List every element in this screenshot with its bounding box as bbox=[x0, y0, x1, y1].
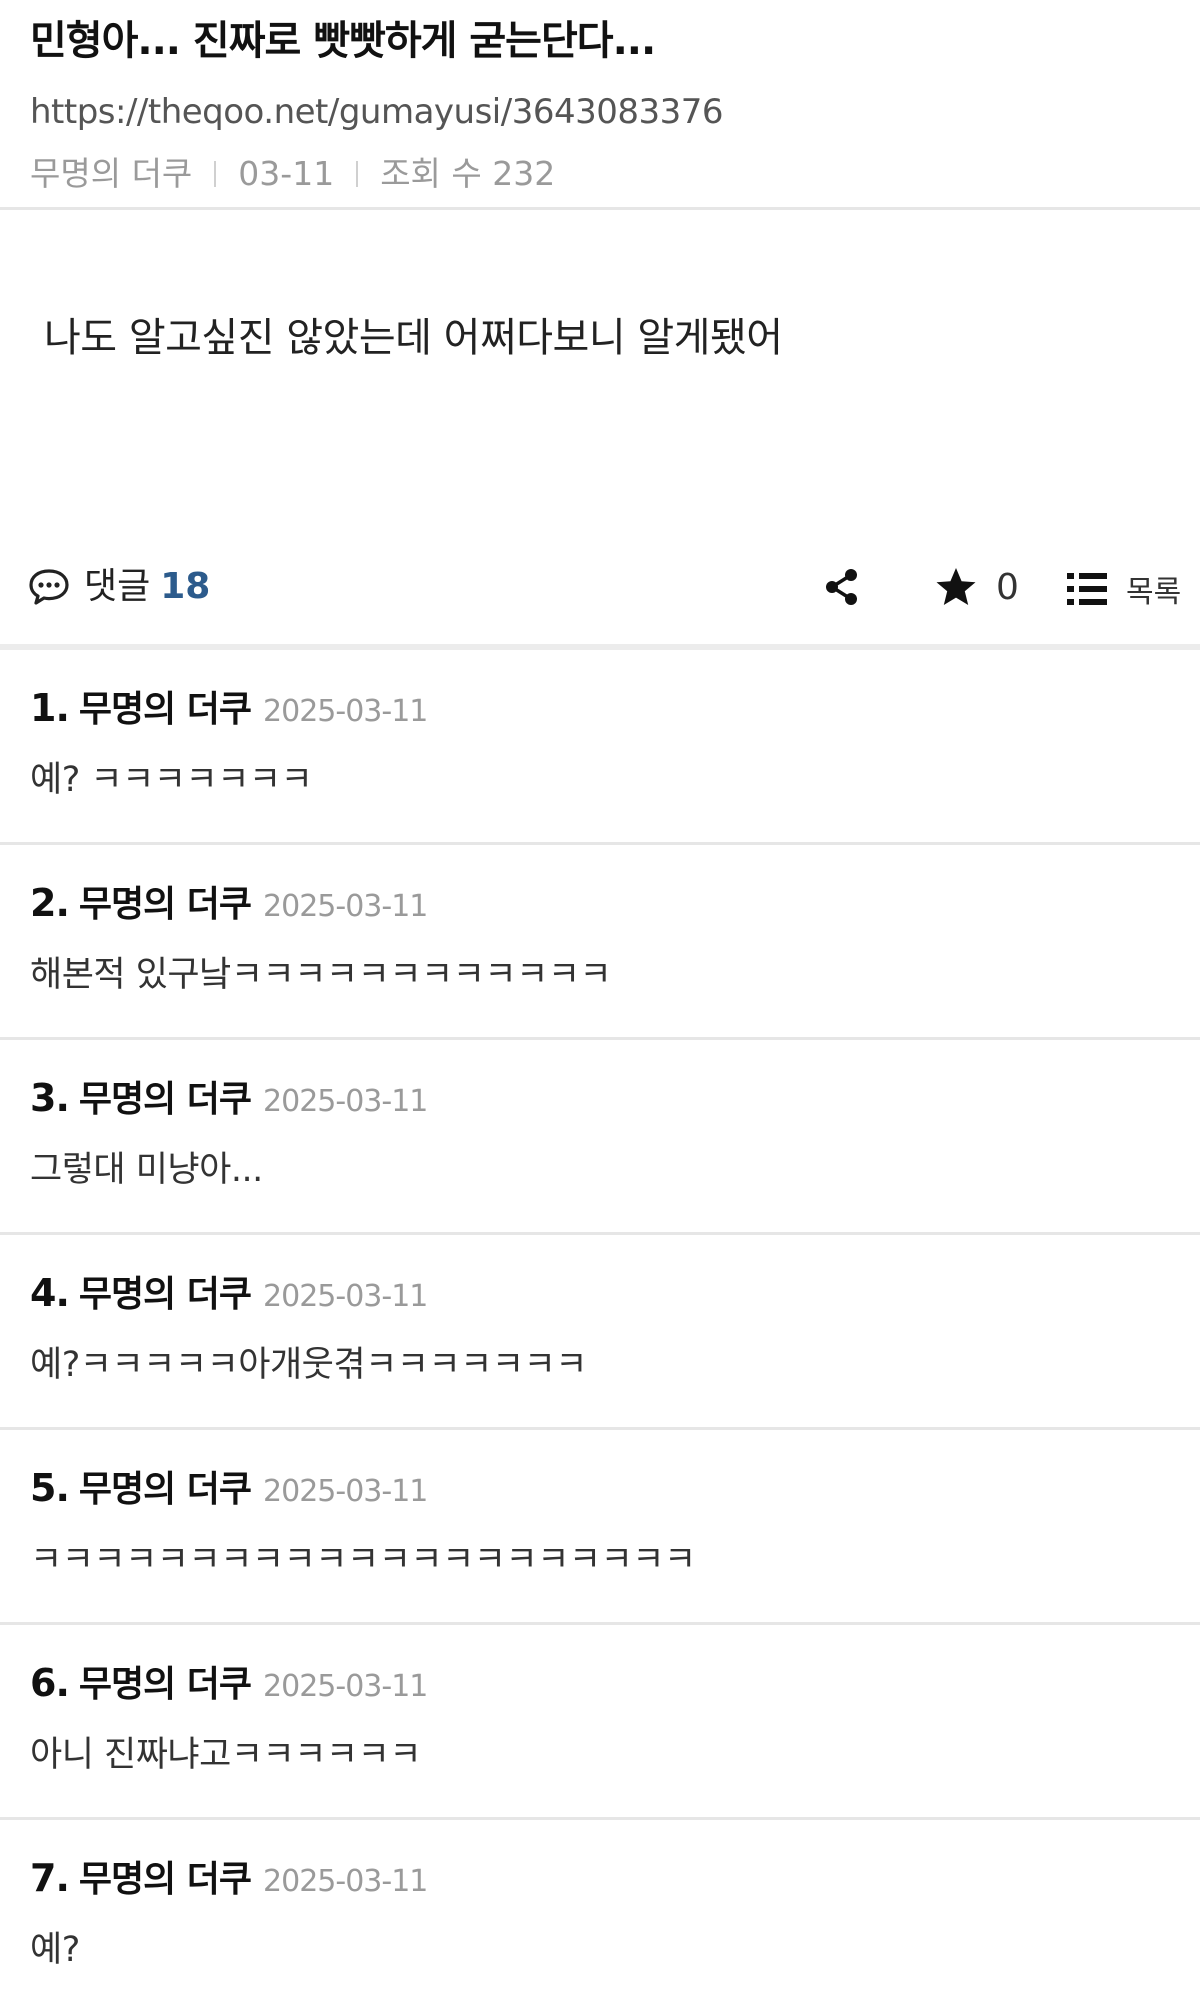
comment-date: 2025-03-11 bbox=[263, 1279, 428, 1314]
comment-item: 5. 무명의 더쿠 2025-03-11 ㅋㅋㅋㅋㅋㅋㅋㅋㅋㅋㅋㅋㅋㅋㅋㅋㅋㅋㅋ… bbox=[0, 1430, 1200, 1625]
speech-bubble-icon bbox=[29, 569, 69, 605]
post-date: 03-11 bbox=[238, 154, 335, 193]
comment-number: 7. bbox=[30, 1856, 70, 1900]
comment-text: 예?ㅋㅋㅋㅋㅋ아개웃겪ㅋㅋㅋㅋㅋㅋㅋ bbox=[30, 1345, 587, 1385]
comment-text: 예? bbox=[30, 1930, 80, 1970]
comment-label: 댓글 bbox=[84, 566, 151, 607]
meta-divider bbox=[214, 161, 217, 187]
comment-author[interactable]: 무명의 더쿠 bbox=[79, 1072, 252, 1128]
comment-header: 6. 무명의 더쿠 2025-03-11 bbox=[30, 1655, 1170, 1715]
comment-header: 1. 무명의 더쿠 2025-03-11 bbox=[30, 680, 1170, 740]
post-views: 조회 수 232 bbox=[380, 154, 556, 193]
comment-date: 2025-03-11 bbox=[263, 694, 428, 729]
comment-number: 3. bbox=[30, 1076, 70, 1120]
comment-text: 해본적 있구낰ㅋㅋㅋㅋㅋㅋㅋㅋㅋㅋㅋㅋ bbox=[30, 955, 612, 995]
comment-date: 2025-03-11 bbox=[263, 889, 428, 924]
list-button[interactable]: 목록 bbox=[1066, 567, 1181, 611]
comment-text: 예? ㅋㅋㅋㅋㅋㅋㅋ bbox=[30, 760, 313, 800]
comment-count: 18 bbox=[160, 566, 211, 607]
comment-author[interactable]: 무명의 더쿠 bbox=[79, 877, 252, 933]
comment-date: 2025-03-11 bbox=[263, 1474, 428, 1509]
star-icon bbox=[936, 568, 976, 605]
comment-number: 4. bbox=[30, 1271, 70, 1315]
post-author: 무명의 더쿠 bbox=[30, 154, 193, 193]
star-count: 0 bbox=[996, 566, 1019, 608]
comment-header: 2. 무명의 더쿠 2025-03-11 bbox=[30, 875, 1170, 935]
comment-author[interactable]: 무명의 더쿠 bbox=[79, 1462, 252, 1518]
comment-list: 1. 무명의 더쿠 2025-03-11 예? ㅋㅋㅋㅋㅋㅋㅋ 2. 무명의 더… bbox=[0, 650, 1200, 1998]
action-bar: 댓글 18 0 목록 bbox=[0, 527, 1200, 650]
star-button[interactable]: 0 bbox=[934, 565, 1019, 609]
post-text: 나도 알고싶진 않았는데 어쩌다보니 알게됐어 bbox=[44, 315, 783, 361]
comment-author[interactable]: 무명의 더쿠 bbox=[79, 682, 252, 738]
comment-text: ㅋㅋㅋㅋㅋㅋㅋㅋㅋㅋㅋㅋㅋㅋㅋㅋㅋㅋㅋㅋㅋ bbox=[30, 1540, 696, 1580]
list-label: 목록 bbox=[1126, 575, 1182, 610]
post-meta: 무명의 더쿠 03-11 조회 수 232 bbox=[30, 152, 1170, 196]
comment-item: 3. 무명의 더쿠 2025-03-11 그렇대 미냥아... bbox=[0, 1040, 1200, 1235]
comment-header: 4. 무명의 더쿠 2025-03-11 bbox=[30, 1265, 1170, 1325]
post-title: 민형아... 진짜로 빳빳하게 굳는단다... bbox=[30, 18, 656, 64]
comment-count-button[interactable]: 댓글 18 bbox=[28, 565, 210, 609]
comment-item: 1. 무명의 더쿠 2025-03-11 예? ㅋㅋㅋㅋㅋㅋㅋ bbox=[0, 650, 1200, 845]
comment-date: 2025-03-11 bbox=[263, 1669, 428, 1704]
comment-date: 2025-03-11 bbox=[263, 1084, 428, 1119]
comment-author[interactable]: 무명의 더쿠 bbox=[79, 1852, 252, 1908]
comment-item: 7. 무명의 더쿠 2025-03-11 예? bbox=[0, 1820, 1200, 1998]
comment-number: 5. bbox=[30, 1466, 70, 1510]
comment-author[interactable]: 무명의 더쿠 bbox=[79, 1657, 252, 1713]
comment-item: 4. 무명의 더쿠 2025-03-11 예?ㅋㅋㅋㅋㅋ아개웃겪ㅋㅋㅋㅋㅋㅋㅋ bbox=[0, 1235, 1200, 1430]
comment-number: 2. bbox=[30, 881, 70, 925]
comment-header: 5. 무명의 더쿠 2025-03-11 bbox=[30, 1460, 1170, 1520]
comment-text: 아니 진짜냐고ㅋㅋㅋㅋㅋㅋ bbox=[30, 1735, 422, 1775]
list-icon bbox=[1067, 573, 1107, 605]
comment-text: 그렇대 미냥아... bbox=[30, 1150, 263, 1190]
comment-date: 2025-03-11 bbox=[263, 1864, 428, 1899]
post-body: 나도 알고싶진 않았는데 어쩌다보니 알게됐어 bbox=[0, 210, 1200, 527]
post-url[interactable]: https://theqoo.net/gumayusi/3643083376 bbox=[30, 90, 1170, 134]
comment-header: 3. 무명의 더쿠 2025-03-11 bbox=[30, 1070, 1170, 1130]
comment-number: 1. bbox=[30, 686, 70, 730]
comment-item: 2. 무명의 더쿠 2025-03-11 해본적 있구낰ㅋㅋㅋㅋㅋㅋㅋㅋㅋㅋㅋㅋ bbox=[0, 845, 1200, 1040]
meta-divider bbox=[356, 161, 359, 187]
comment-author[interactable]: 무명의 더쿠 bbox=[79, 1267, 252, 1323]
comment-item: 6. 무명의 더쿠 2025-03-11 아니 진짜냐고ㅋㅋㅋㅋㅋㅋ bbox=[0, 1625, 1200, 1820]
share-icon[interactable] bbox=[822, 567, 862, 607]
post-page: 민형아... 진짜로 빳빳하게 굳는단다... https://theqoo.n… bbox=[0, 0, 1200, 1998]
post-header: 민형아... 진짜로 빳빳하게 굳는단다... https://theqoo.n… bbox=[0, 0, 1200, 210]
comment-number: 6. bbox=[30, 1661, 70, 1705]
comment-header: 7. 무명의 더쿠 2025-03-11 bbox=[30, 1850, 1170, 1910]
